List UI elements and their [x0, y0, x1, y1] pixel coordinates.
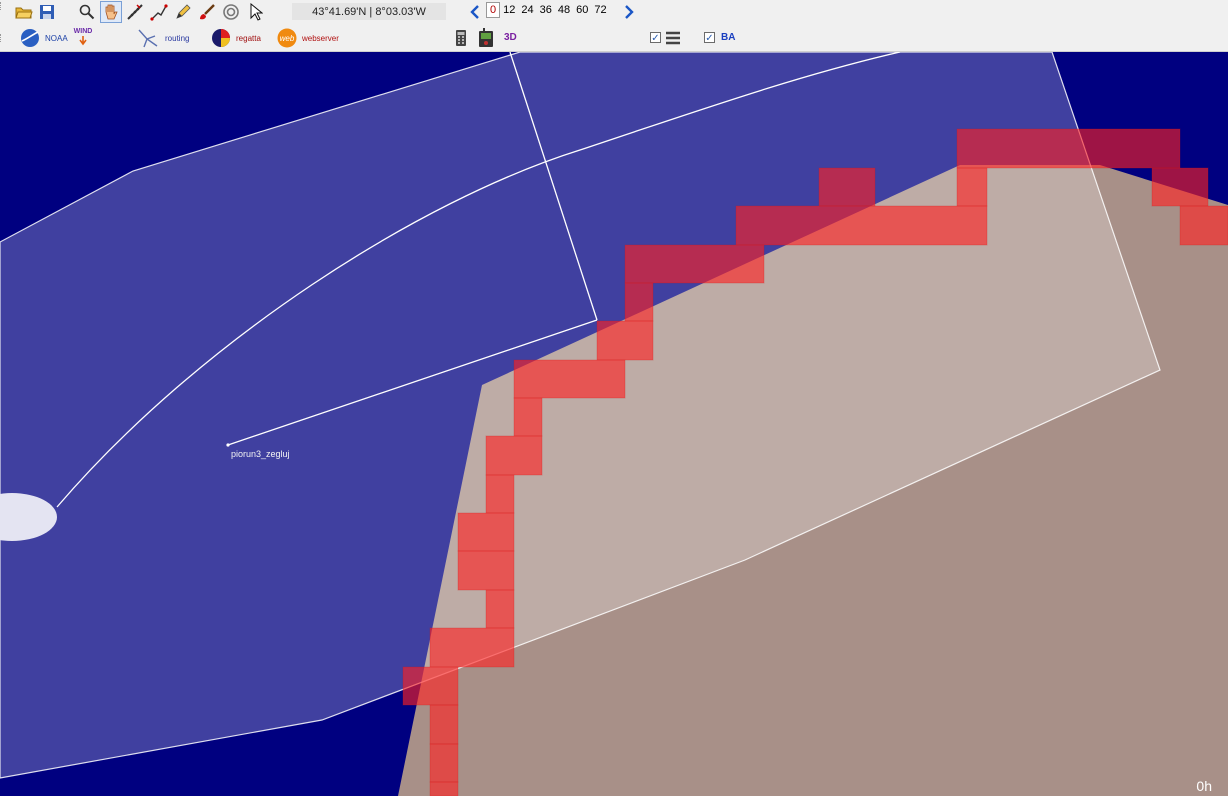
wind-icon[interactable]: WIND: [72, 26, 94, 48]
grid-cell: [624, 282, 654, 322]
grid-cell: [818, 167, 876, 207]
grid-cell: [429, 627, 515, 668]
pointer-arrow-icon[interactable]: [245, 1, 267, 23]
ba-checkbox[interactable]: ✓: [704, 32, 715, 44]
boat-position-marker[interactable]: [226, 443, 230, 447]
grid-cell: [457, 550, 515, 591]
layers-checkbox[interactable]: ✓: [650, 32, 661, 44]
zoom-icon[interactable]: [76, 1, 98, 23]
grid-cell: [429, 704, 459, 745]
wind-label: WIND: [73, 28, 93, 35]
grid-cell: [1179, 205, 1228, 246]
grid-cell: [429, 743, 459, 783]
coordinates-readout: 43°41.69'N | 8°03.03'W: [292, 3, 446, 20]
grid-cell: [624, 244, 765, 284]
ba-label[interactable]: BA: [721, 32, 735, 43]
open-folder-icon[interactable]: [13, 1, 35, 23]
regatta-label[interactable]: regatta: [236, 34, 261, 43]
grid-cell: [513, 397, 543, 437]
pencil-icon[interactable]: [172, 1, 194, 23]
grid-cell: [596, 320, 654, 361]
target-icon[interactable]: [220, 1, 242, 23]
layers-icon[interactable]: [662, 27, 684, 49]
webserver-label[interactable]: webserver: [302, 34, 339, 43]
toolbar-grip[interactable]: [0, 34, 5, 42]
brush-icon[interactable]: [196, 1, 218, 23]
grid-cell: [485, 474, 515, 514]
routing-label[interactable]: routing: [165, 34, 189, 43]
calculator-icon[interactable]: [450, 27, 472, 49]
grid-cell: [485, 435, 543, 476]
secondary-toolbar: NOAA WIND routing regatta web webserver …: [0, 25, 1228, 52]
toolbar-grip[interactable]: [0, 2, 5, 10]
chevron-right-icon[interactable]: [618, 1, 640, 23]
noaa-label[interactable]: NOAA: [45, 34, 68, 43]
gps-device-icon[interactable]: [475, 27, 497, 49]
forecast-hour-selector: 0 12 24 36 48 60 72: [486, 2, 610, 18]
grid-cell: [513, 359, 626, 399]
grid-cell: [457, 512, 515, 552]
routing-icon[interactable]: [137, 27, 159, 49]
grid-cell: [956, 167, 988, 207]
hour-option[interactable]: 48: [555, 4, 573, 16]
web-icon-text: web: [280, 34, 295, 43]
hour-option[interactable]: 12: [500, 4, 518, 16]
measure-ruler-icon[interactable]: [124, 1, 146, 23]
grid-cell: [402, 666, 459, 706]
boat-name-label: piorun3_zegluj: [231, 449, 290, 459]
hour-option[interactable]: 0: [486, 2, 501, 18]
hour-option[interactable]: 60: [573, 4, 591, 16]
hour-option[interactable]: 72: [591, 4, 609, 16]
3d-view-button[interactable]: 3D: [504, 32, 517, 43]
noaa-globe-icon[interactable]: [19, 27, 41, 49]
main-toolbar: 43°41.69'N | 8°03.03'W 0 12 24 36 48 60 …: [0, 0, 1228, 25]
grid-cell: [485, 589, 515, 629]
webserver-icon[interactable]: web: [276, 27, 298, 49]
regatta-icon[interactable]: [210, 27, 232, 49]
route-draw-icon[interactable]: [148, 1, 170, 23]
save-icon[interactable]: [36, 1, 58, 23]
chart-map[interactable]: [0, 52, 1228, 796]
forecast-time-label: 0h: [1196, 778, 1212, 794]
chevron-left-icon[interactable]: [464, 1, 486, 23]
pan-hand-icon[interactable]: [100, 1, 122, 23]
grid-cell: [735, 205, 988, 246]
grid-cell: [1151, 167, 1209, 207]
grid-cell: [956, 128, 1181, 169]
grid-cell: [429, 781, 459, 796]
hour-option[interactable]: 36: [537, 4, 555, 16]
hour-option[interactable]: 24: [518, 4, 536, 16]
